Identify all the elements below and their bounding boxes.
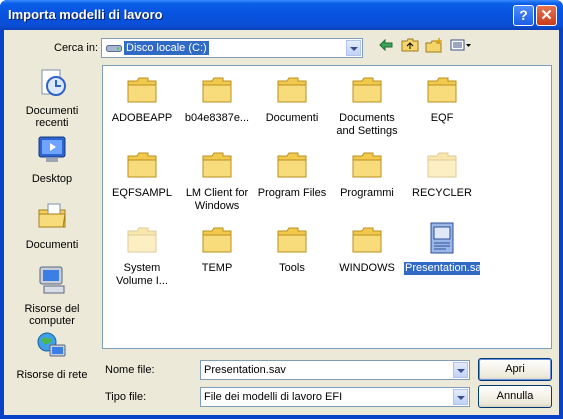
place-my-documents[interactable]: Documenti	[8, 200, 96, 251]
filetype-label: Tipo file:	[105, 391, 147, 403]
open-button[interactable]: Apri	[478, 358, 552, 381]
file-item[interactable]: b04e8387e...	[179, 76, 255, 125]
file-item[interactable]: Tools	[254, 226, 330, 275]
file-item[interactable]: Documenti	[254, 76, 330, 125]
place-label: Desktop	[31, 173, 73, 185]
chevron-down-icon[interactable]	[451, 361, 469, 379]
new-folder-icon[interactable]	[424, 38, 444, 58]
file-item[interactable]: EQF	[404, 76, 480, 125]
up-folder-icon[interactable]	[400, 38, 420, 58]
folder-icon	[202, 227, 232, 253]
place-label: Documenti	[25, 239, 79, 251]
folder-icon	[127, 152, 157, 178]
place-label: Risorse di rete	[16, 369, 88, 381]
place-desktop[interactable]: Desktop	[8, 134, 96, 185]
file-item[interactable]: System Volume I...	[104, 226, 180, 288]
help-button[interactable]: ?	[513, 5, 534, 26]
dialog-window: Importa modelli di lavoro ? ✕ Cerca in: …	[0, 0, 563, 419]
folder-icon	[127, 227, 157, 253]
lookin-value: Disco locale (C:)	[124, 41, 209, 55]
recent-documents-icon	[41, 69, 66, 96]
folder-icon	[352, 77, 382, 103]
place-recent-documents[interactable]: Documenti recenti	[8, 66, 96, 129]
chevron-down-icon[interactable]	[451, 388, 469, 406]
chevron-down-icon[interactable]	[346, 40, 361, 56]
place-my-computer[interactable]: Risorse del computer	[8, 264, 96, 327]
view-menu-icon[interactable]	[448, 38, 474, 58]
file-item[interactable]: RECYCLER	[404, 151, 480, 200]
folder-icon	[352, 227, 382, 253]
folder-icon	[277, 152, 307, 178]
back-arrow-icon[interactable]	[376, 38, 396, 58]
file-item[interactable]: EQFSAMPL	[104, 151, 180, 200]
file-item[interactable]: Documents and Settings	[329, 76, 405, 138]
file-item[interactable]: Program Files	[254, 151, 330, 200]
places-bar: Documenti recenti Desktop Documenti Riso…	[8, 64, 96, 384]
file-item[interactable]: ADOBEAPP	[104, 76, 180, 125]
lookin-label: Cerca in:	[54, 42, 99, 54]
file-item-selected[interactable]: Presentation.sav	[404, 222, 487, 275]
filename-combobox[interactable]: Presentation.sav	[200, 360, 470, 380]
place-label: Risorse del computer	[24, 303, 80, 327]
folder-icon	[427, 152, 457, 178]
filetype-value: File dei modelli di lavoro EFI	[204, 391, 343, 403]
folder-icon	[352, 152, 382, 178]
folder-icon	[202, 77, 232, 103]
drive-icon	[106, 45, 122, 52]
place-label: Documenti recenti	[25, 105, 79, 129]
window-title: Importa modelli di lavoro	[8, 7, 163, 22]
network-places-icon	[37, 332, 66, 357]
file-item[interactable]: Programmi	[329, 151, 405, 200]
filename-value: Presentation.sav	[204, 364, 286, 376]
file-item[interactable]: LM Client for Windows	[179, 151, 255, 213]
place-network[interactable]: Risorse di rete	[8, 330, 96, 381]
title-bar[interactable]: Importa modelli di lavoro ? ✕	[0, 0, 563, 30]
file-list-view[interactable]: ADOBEAPP b04e8387e... Documenti Document…	[102, 65, 552, 349]
folder-icon	[277, 77, 307, 103]
file-item[interactable]: TEMP	[179, 226, 255, 275]
desktop-icon	[38, 136, 66, 162]
close-button[interactable]: ✕	[536, 5, 557, 26]
cancel-button[interactable]: Annulla	[478, 385, 552, 408]
folder-icon	[202, 152, 232, 178]
filetype-combobox[interactable]: File dei modelli di lavoro EFI	[200, 387, 470, 407]
folder-icon	[127, 77, 157, 103]
my-computer-icon	[39, 266, 65, 294]
file-item[interactable]: WINDOWS	[329, 226, 405, 275]
lookin-combobox[interactable]: Disco locale (C:)	[101, 38, 363, 58]
folder-icon	[427, 77, 457, 103]
my-documents-icon	[38, 203, 66, 228]
folder-icon	[277, 227, 307, 253]
dialog-body: Cerca in: Disco locale (C:) Documenti re…	[4, 30, 559, 415]
filename-label: Nome file:	[105, 364, 155, 376]
document-file-icon	[430, 222, 454, 254]
